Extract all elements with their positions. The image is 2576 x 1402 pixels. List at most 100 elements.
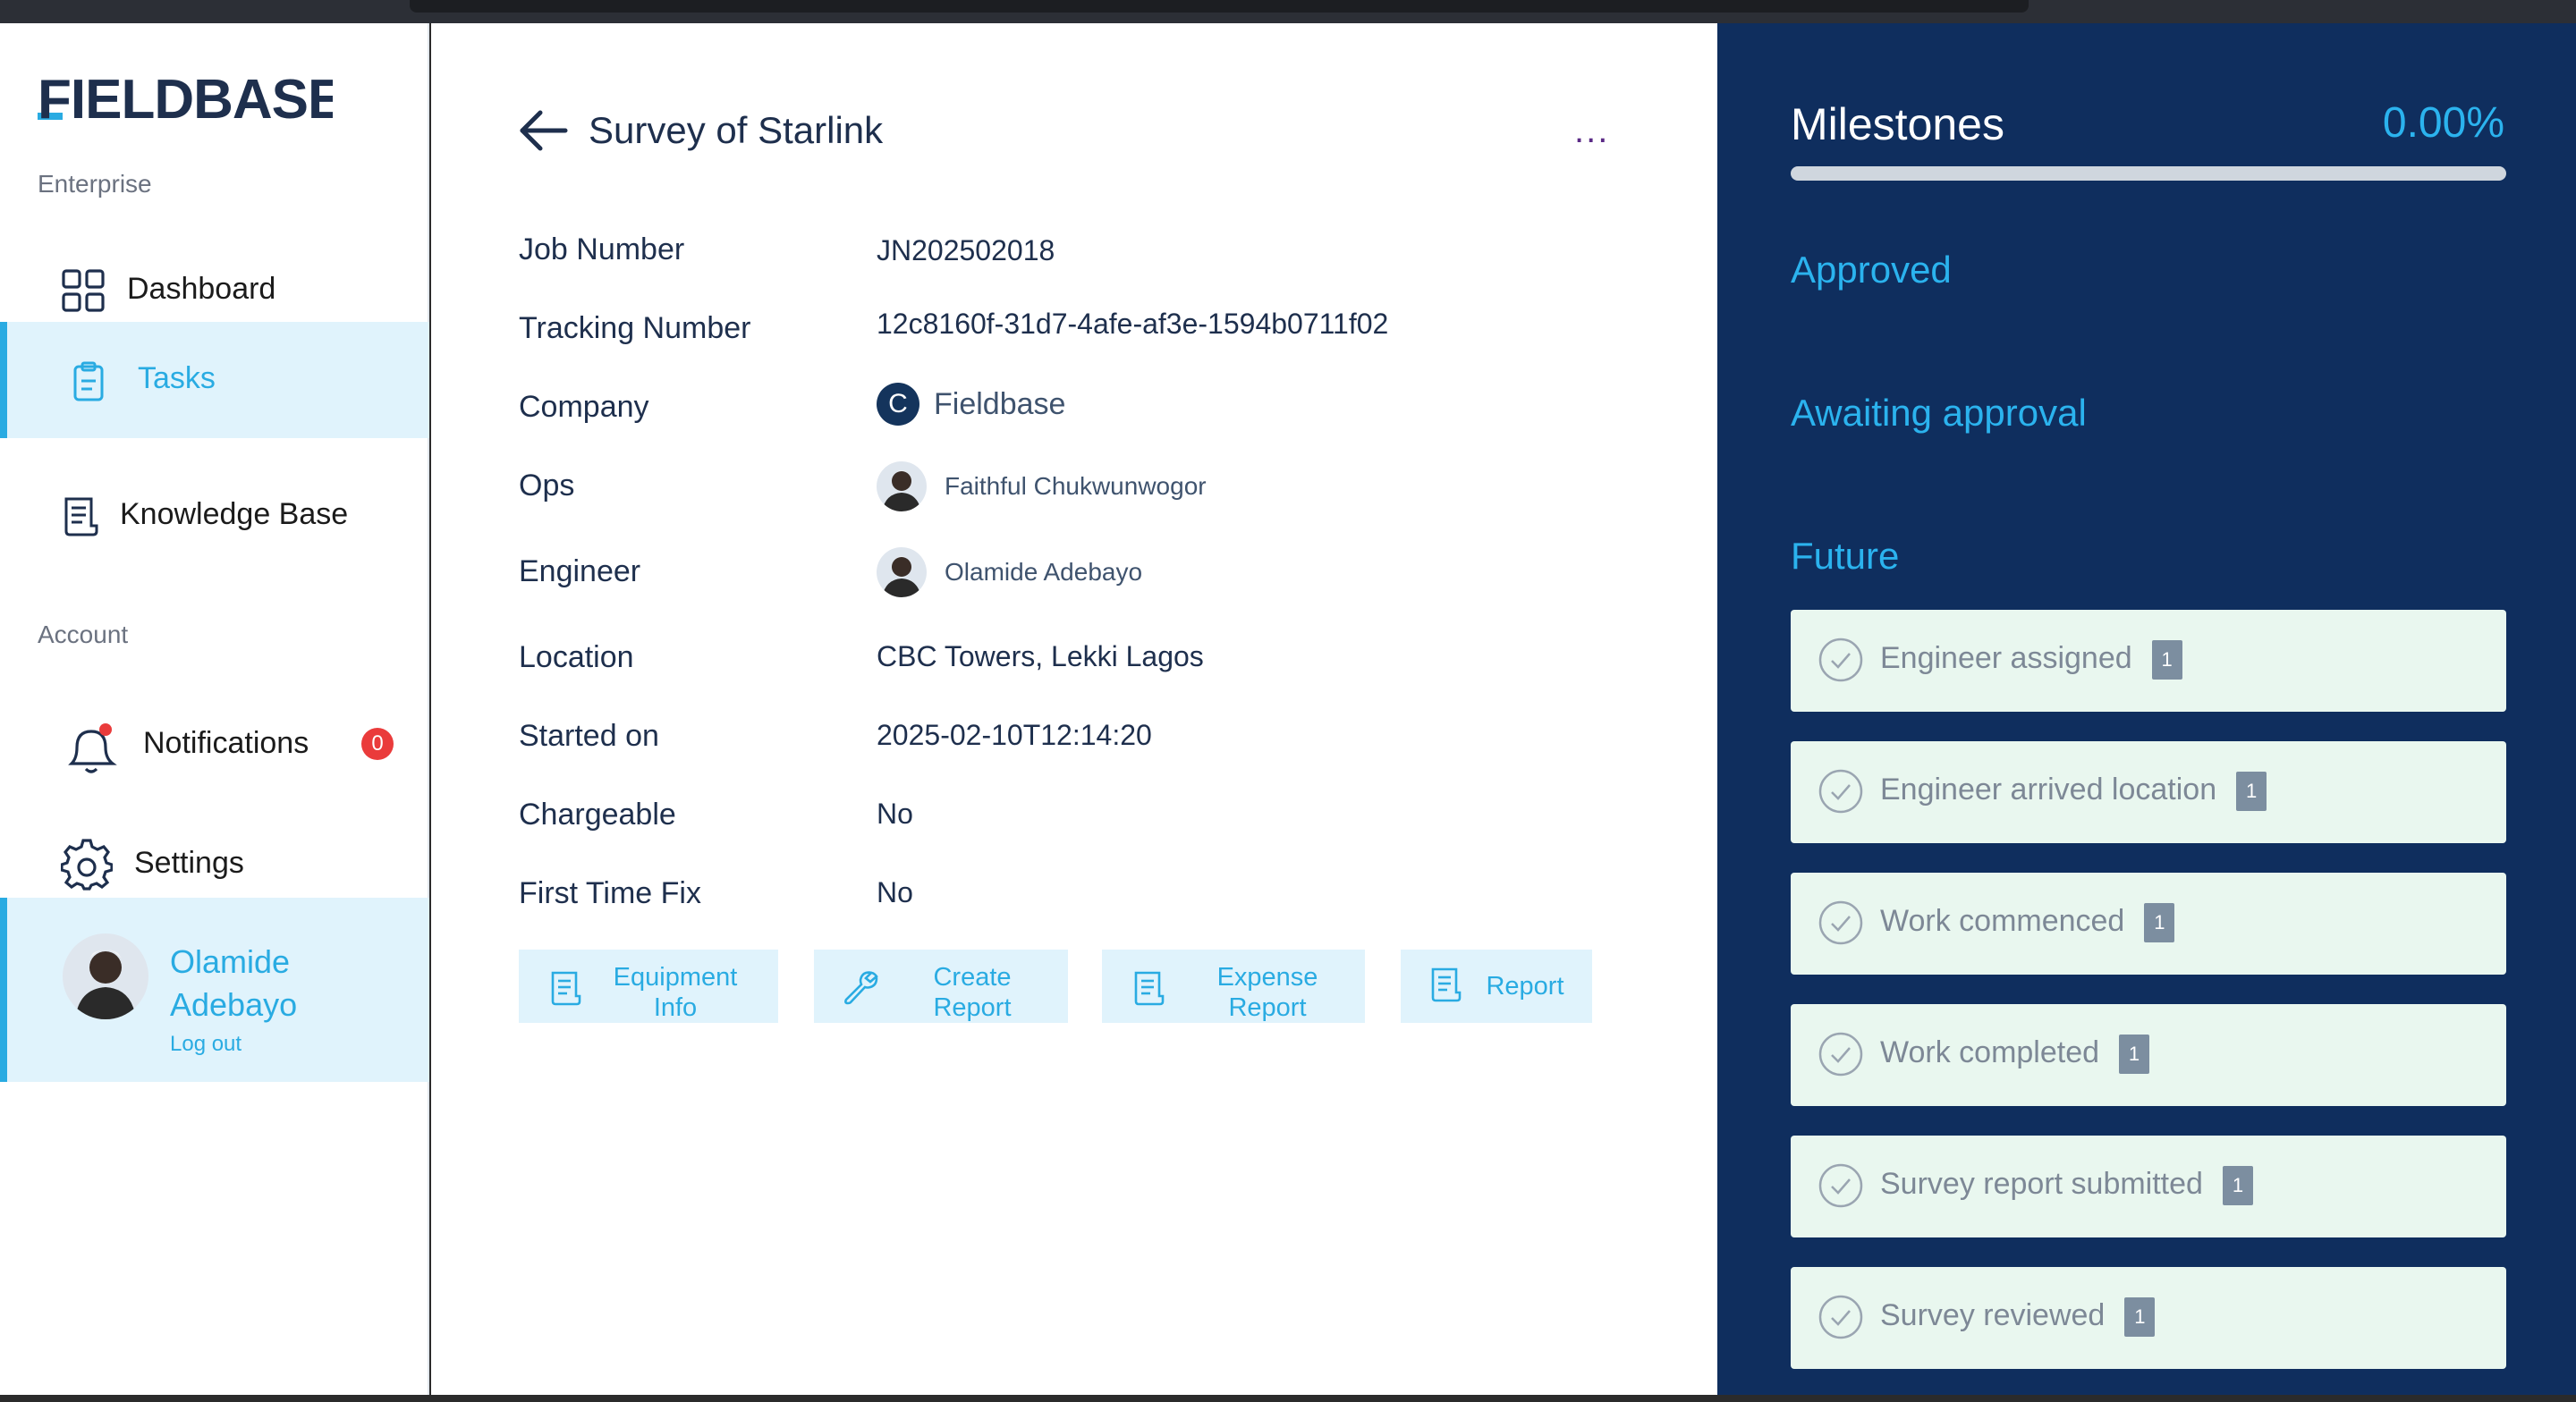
user-profile-card[interactable]: Olamide Adebayo Log out xyxy=(0,898,429,1082)
notification-count-badge: 0 xyxy=(361,728,394,760)
wrench-icon xyxy=(844,971,878,1005)
chargeable-value: No xyxy=(877,798,913,830)
milestone-label: Engineer assigned xyxy=(1880,640,2132,675)
engineer-value: Olamide Adebayo xyxy=(877,547,1142,597)
document-icon xyxy=(61,495,98,536)
milestones-title: Milestones xyxy=(1791,99,2004,149)
button-label-line1: Equipment xyxy=(613,963,738,992)
button-label-line1: Create xyxy=(933,963,1012,992)
milestone-label: Survey report submitted xyxy=(1880,1166,2203,1201)
bell-icon xyxy=(61,721,123,778)
company-label: Company xyxy=(519,390,649,424)
sidebar-item-label: Knowledge Base xyxy=(120,497,349,531)
milestone-card[interactable]: Survey report submitted 1 xyxy=(1791,1136,2506,1237)
location-value: CBC Towers, Lekki Lagos xyxy=(877,640,1204,672)
button-label-line2: Report xyxy=(933,993,1012,1022)
expense-report-button[interactable]: Expense Report xyxy=(1102,950,1365,1023)
milestones-progress-bar xyxy=(1791,166,2506,181)
window-tab-strip xyxy=(410,0,2029,13)
tracking-number-value: 12c8160f-31d7-4afe-af3e-1594b0711f02 xyxy=(877,308,1389,340)
check-circle-icon xyxy=(1818,1032,1863,1077)
equipment-info-button[interactable]: Equipment Info xyxy=(519,950,778,1023)
task-detail-panel: Survey of Starlink ... Job Number JN2025… xyxy=(431,23,1717,1395)
sidebar-item-tasks[interactable]: Tasks xyxy=(0,322,429,438)
document-icon xyxy=(1134,971,1165,1006)
awaiting-approval-heading: Awaiting approval xyxy=(1791,392,2087,434)
window-top-bar xyxy=(0,0,2576,23)
milestone-card[interactable]: Survey reviewed 1 xyxy=(1791,1267,2506,1369)
milestone-label: Work commenced xyxy=(1880,903,2125,938)
milestones-percent: 0.00% xyxy=(2382,99,2504,147)
button-label-line1: Report xyxy=(1486,972,1564,1001)
first-time-fix-label: First Time Fix xyxy=(519,876,701,910)
logout-link[interactable]: Log out xyxy=(170,1032,242,1057)
avatar xyxy=(877,461,927,511)
company-value: C Fieldbase xyxy=(877,383,1065,426)
milestone-card[interactable]: Engineer arrived location 1 xyxy=(1791,741,2506,843)
back-arrow-icon[interactable] xyxy=(517,107,571,154)
job-number-value: JN202502018 xyxy=(877,234,1055,266)
enterprise-section-label: Enterprise xyxy=(38,170,152,198)
started-on-label: Started on xyxy=(519,719,659,753)
tracking-number-label: Tracking Number xyxy=(519,311,751,345)
milestone-count-badge: 1 xyxy=(2236,772,2267,811)
milestone-label: Engineer arrived location xyxy=(1880,772,2217,807)
page-title: Survey of Starlink xyxy=(589,109,884,151)
grid-icon xyxy=(61,268,106,313)
brand-text: FIELDBASE xyxy=(38,69,333,131)
milestones-panel: Milestones 0.00% Approved Awaiting appro… xyxy=(1717,23,2576,1395)
check-circle-icon xyxy=(1818,638,1863,682)
milestone-card[interactable]: Work commenced 1 xyxy=(1791,873,2506,975)
sidebar-item-knowledge-base[interactable]: Knowledge Base xyxy=(0,458,429,574)
clipboard-icon xyxy=(70,361,107,402)
check-circle-icon xyxy=(1818,1295,1863,1339)
milestone-card[interactable]: Work completed 1 xyxy=(1791,1004,2506,1106)
milestone-count-badge: 1 xyxy=(2151,640,2182,680)
location-label: Location xyxy=(519,640,634,674)
sidebar-item-label: Settings xyxy=(134,846,244,880)
milestone-label: Work completed xyxy=(1880,1035,2100,1069)
first-time-fix-value: No xyxy=(877,876,913,908)
check-circle-icon xyxy=(1818,1163,1863,1208)
company-name: Fieldbase xyxy=(934,386,1066,421)
check-circle-icon xyxy=(1818,769,1863,814)
engineer-name: Olamide Adebayo xyxy=(945,558,1143,586)
report-button[interactable]: Report xyxy=(1401,950,1592,1023)
avatar xyxy=(877,547,927,597)
button-label-line2: Info xyxy=(653,993,698,1022)
button-label-line1: Expense xyxy=(1216,963,1318,992)
milestone-label: Survey reviewed xyxy=(1880,1297,2106,1332)
sidebar: FIELDBASE Enterprise Dashboard Tasks Kno… xyxy=(0,23,429,1395)
account-section-label: Account xyxy=(38,621,129,648)
avatar[interactable] xyxy=(63,933,148,1019)
user-name: Olamide Adebayo xyxy=(170,943,298,1023)
gear-icon xyxy=(61,839,113,891)
sidebar-item-label: Dashboard xyxy=(127,272,276,306)
sidebar-item-label: Notifications xyxy=(143,726,309,760)
milestone-count-badge: 1 xyxy=(2119,1035,2150,1074)
check-circle-icon xyxy=(1818,900,1863,945)
sidebar-item-notifications[interactable]: Notifications 0 xyxy=(0,685,429,801)
approved-heading: Approved xyxy=(1791,249,1952,291)
button-label-line2: Report xyxy=(1228,993,1307,1022)
window-bottom-edge xyxy=(0,1395,2576,1402)
chargeable-label: Chargeable xyxy=(519,798,676,832)
engineer-label: Engineer xyxy=(519,554,641,588)
ops-label: Ops xyxy=(519,469,575,503)
sidebar-item-label: Tasks xyxy=(138,361,216,395)
ops-value: Faithful Chukwunwogor xyxy=(877,461,1207,511)
milestone-count-badge: 1 xyxy=(2144,903,2175,942)
more-options-icon[interactable]: ... xyxy=(1574,113,1609,148)
future-heading: Future xyxy=(1791,535,1900,577)
milestone-card[interactable]: Engineer assigned 1 xyxy=(1791,610,2506,712)
fieldbase-logo[interactable]: FIELDBASE xyxy=(38,63,344,134)
job-number-label: Job Number xyxy=(519,232,685,266)
document-icon xyxy=(551,971,581,1006)
company-initial-icon: C xyxy=(877,383,919,426)
ops-name: Faithful Chukwunwogor xyxy=(945,472,1207,500)
started-on-value: 2025-02-10T12:14:20 xyxy=(877,719,1152,751)
create-report-button[interactable]: Create Report xyxy=(814,950,1068,1023)
milestone-count-badge: 1 xyxy=(2124,1297,2156,1337)
document-icon xyxy=(1431,967,1462,1002)
milestone-count-badge: 1 xyxy=(2222,1166,2253,1205)
